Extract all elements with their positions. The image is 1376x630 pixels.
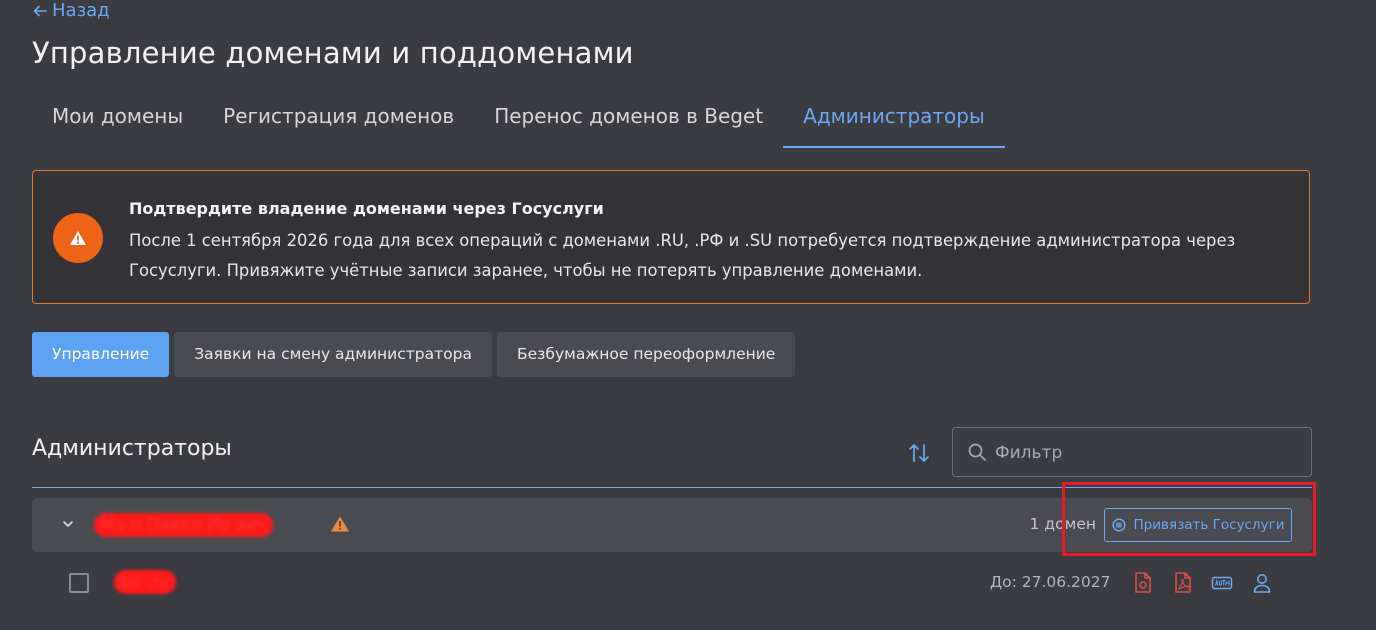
domain-name[interactable]: be .ru — [114, 570, 176, 594]
subtab-management[interactable]: Управление — [32, 332, 170, 377]
subtab-paperless-reregistration[interactable]: Безбумажное переоформление — [496, 332, 796, 377]
warning-icon — [70, 231, 86, 245]
sort-icon[interactable] — [906, 440, 932, 466]
section-divider — [32, 487, 1312, 488]
gosuslugi-icon — [1112, 518, 1126, 532]
pdf-file-icon[interactable] — [1172, 571, 1194, 595]
expiry-date: До: 27.06.2027 — [990, 573, 1111, 591]
domains-page: Назад Управление доменами и поддоменами … — [0, 0, 1376, 630]
pdf-document-icon[interactable] — [1132, 571, 1154, 595]
alert-text: После 1 сентября 2026 года для всех опер… — [129, 231, 1236, 280]
sub-tabs: Управление Заявки на смену администратор… — [32, 332, 796, 377]
main-tabs: Мои домены Регистрация доменов Перенос д… — [32, 90, 1005, 148]
page-title: Управление доменами и поддоменами — [32, 36, 634, 70]
warning-triangle-icon — [331, 516, 349, 532]
link-gosuslugi-label: Привязать Госуслуги — [1133, 517, 1285, 533]
tab-administrators[interactable]: Администраторы — [783, 90, 1005, 148]
alert-title: Подтвердите владение доменами через Госу… — [129, 199, 604, 218]
chevron-down-icon[interactable] — [62, 518, 74, 530]
arrow-left-icon — [33, 5, 47, 16]
gosuslugi-alert: Подтвердите владение доменами через Госу… — [32, 170, 1310, 304]
admin-name: Ма н Павел Ир вич — [94, 513, 273, 537]
tab-my-domains[interactable]: Мои домены — [32, 90, 203, 146]
search-icon — [968, 443, 986, 461]
tab-domain-transfer[interactable]: Перенос доменов в Beget — [474, 90, 783, 146]
auth-icon[interactable] — [1211, 571, 1233, 595]
domain-checkbox[interactable] — [69, 573, 89, 593]
domain-row: be .ru До: 27.06.2027 — [32, 558, 1312, 608]
section-title: Администраторы — [32, 436, 232, 461]
link-gosuslugi-button[interactable]: Привязать Госуслуги — [1104, 508, 1292, 542]
admin-group-row[interactable]: Ма н Павел Ир вич 1 домен Привязать Госу… — [32, 498, 1312, 552]
filter-input[interactable] — [993, 428, 1297, 478]
user-icon[interactable] — [1251, 571, 1273, 595]
tab-domain-registration[interactable]: Регистрация доменов — [203, 90, 474, 146]
subtab-admin-change-requests[interactable]: Заявки на смену администратора — [174, 332, 492, 377]
back-link[interactable]: Назад — [32, 0, 110, 21]
domain-count: 1 домен — [1029, 515, 1096, 533]
back-label: Назад — [52, 0, 110, 21]
filter-box — [952, 427, 1312, 478]
warning-circle — [53, 213, 103, 263]
